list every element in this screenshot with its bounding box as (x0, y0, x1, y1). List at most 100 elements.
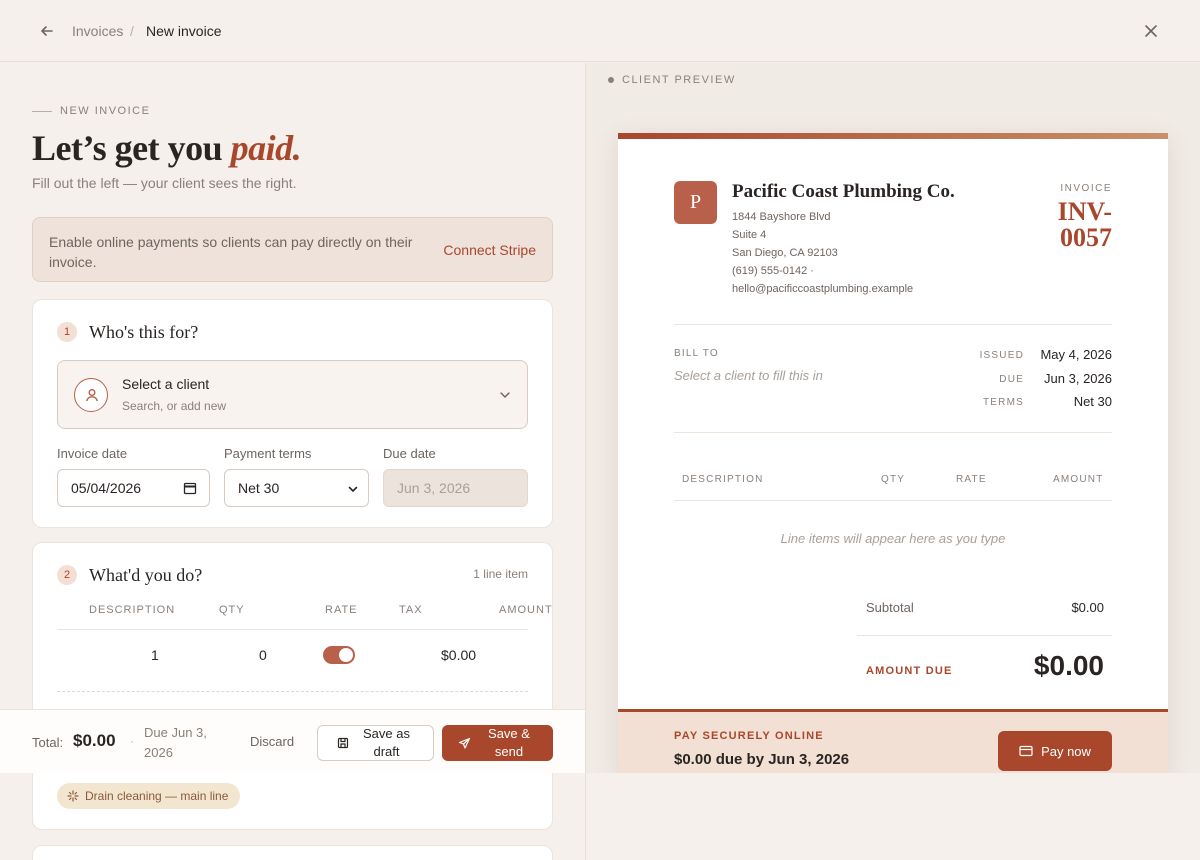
invoice-date-value: 05/04/2026 (71, 480, 142, 496)
suggestion-chip-label: Drain cleaning — main line (85, 789, 229, 803)
pay-online-label: PAY SECURELY ONLINE (674, 730, 824, 742)
terms-value: Net 30 (1073, 394, 1112, 409)
close-icon[interactable] (1142, 22, 1160, 40)
issued-date: May 4, 2026 (1040, 347, 1112, 362)
save-draft-button[interactable]: Save as draft (317, 725, 434, 761)
invoice-number: INV-0057 (1057, 197, 1112, 252)
company-logo: P (674, 181, 717, 224)
column-header-amount: AMOUNT (499, 604, 553, 616)
next-section-card (32, 845, 553, 860)
payment-terms-label: Payment terms (224, 446, 312, 461)
sparkle-icon (67, 790, 79, 802)
invoice-date-input[interactable]: 05/04/2026 (57, 469, 210, 507)
save-send-button[interactable]: Save & send (442, 725, 553, 761)
save-draft-label: Save as draft (363, 726, 410, 759)
section-title: Who's this for? (89, 322, 199, 342)
preview-column-qty: QTY (881, 474, 906, 485)
footer-due-date: Due Jun 3, 2026 (144, 725, 207, 760)
column-header-description: DESCRIPTION (89, 604, 176, 616)
tax-toggle[interactable] (323, 646, 355, 664)
breadcrumb-separator: / (130, 23, 134, 39)
discard-button[interactable]: Discard (250, 734, 294, 749)
due-date-value: Jun 3, 2026 (397, 480, 471, 496)
address-line: Suite 4 (732, 229, 767, 241)
client-select[interactable]: Select a client Search, or add new (57, 360, 528, 429)
calendar-icon[interactable] (183, 481, 197, 495)
preview-column-rate: RATE (956, 474, 987, 485)
line-item-count: 1 line item (473, 567, 528, 581)
header-divider (57, 629, 528, 630)
send-icon (458, 737, 471, 749)
address-line: 1844 Bayshore Blvd (732, 211, 831, 223)
address-phone: (619) 555-0142 · (732, 265, 814, 277)
invoice-accent-bar (618, 133, 1168, 139)
person-icon (74, 378, 108, 412)
due-label: DUE (999, 374, 1024, 385)
client-preview-pane: CLIENT PREVIEW P Pacific Coast Plumbing … (586, 63, 1200, 773)
company-address: 1844 Bayshore Blvd Suite 4 San Diego, CA… (732, 208, 913, 298)
client-select-title: Select a client (122, 376, 210, 392)
client-section-card: 1 Who's this for? Select a client Search… (32, 299, 553, 528)
breadcrumb-invoices-link[interactable]: Invoices (72, 23, 123, 39)
divider (674, 500, 1112, 501)
action-footer: Total: $0.00 · Due Jun 3, 2026 Discard S… (0, 709, 585, 773)
top-bar: Invoices / New invoice (0, 0, 1200, 62)
page-title: Let’s get you paid. (32, 127, 302, 169)
save-icon (337, 737, 348, 749)
page-title-emphasis: paid. (230, 128, 302, 168)
divider (674, 432, 1112, 433)
due-date-label: Due date (383, 446, 436, 461)
company-name: Pacific Coast Plumbing Co. (732, 181, 955, 202)
address-line: San Diego, CA 92103 (732, 247, 838, 259)
due-date: Jun 3, 2026 (1044, 371, 1112, 386)
address-email: hello@pacificcoastplumbing.example (732, 283, 914, 295)
line-item-amount: $0.00 (441, 647, 477, 663)
pay-now-button[interactable]: Pay now (998, 731, 1112, 771)
stripe-banner-text: Enable online payments so clients can pa… (49, 234, 413, 270)
divider (857, 635, 1112, 636)
connect-stripe-link[interactable]: Connect Stripe (443, 242, 536, 258)
save-send-label: Save & send (488, 726, 530, 759)
line-item-rate[interactable]: 0 (259, 647, 267, 663)
payment-terms-value: Net 30 (238, 480, 280, 496)
page-title-start: Let’s get you (32, 128, 231, 168)
back-arrow-icon[interactable] (38, 22, 56, 40)
pay-amount: $0.00 due by Jun 3, 2026 (674, 751, 850, 768)
preview-label: CLIENT PREVIEW (608, 74, 736, 86)
client-select-subtitle: Search, or add new (122, 399, 227, 413)
row-divider (57, 691, 528, 692)
invoice-date-label: Invoice date (57, 446, 128, 461)
amount-due-value: $0.00 (1033, 650, 1104, 681)
bill-to-placeholder: Select a client to fill this in (674, 368, 823, 383)
column-header-qty: QTY (219, 604, 245, 616)
page-eyebrow: NEW INVOICE (32, 105, 150, 117)
total-value: $0.00 (73, 731, 116, 750)
payment-terms-select[interactable]: Net 30 (224, 469, 369, 507)
line-items-card: 2 What'd you do? 1 line item DESCRIPTION… (32, 542, 553, 830)
invoice-preview: P Pacific Coast Plumbing Co. 1844 Baysho… (618, 133, 1168, 773)
step-badge: 1 (57, 322, 77, 342)
suggestion-chip[interactable]: Drain cleaning — main line (57, 783, 241, 809)
page-subtitle: Fill out the left — your client sees the… (32, 175, 297, 191)
due-date-field: Jun 3, 2026 (383, 469, 528, 507)
issued-label: ISSUED (979, 350, 1024, 361)
terms-label: TERMS (983, 397, 1024, 408)
preview-pane-bottom (586, 773, 1200, 860)
stripe-banner: Enable online payments so clients can pa… (32, 217, 553, 282)
line-item-qty[interactable]: 1 (151, 647, 159, 663)
pay-now-label: Pay now (1041, 743, 1091, 759)
chevron-down-icon (500, 392, 510, 398)
preview-column-description: DESCRIPTION (682, 474, 764, 485)
subtotal-value: $0.00 (1071, 600, 1104, 615)
step-badge: 2 (57, 565, 77, 585)
subtotal-label: Subtotal (866, 600, 914, 615)
column-header-tax: TAX (399, 604, 423, 616)
chevron-down-icon (348, 486, 358, 493)
preview-column-amount: AMOUNT (1053, 474, 1104, 485)
invoice-label: INVOICE (1060, 183, 1112, 194)
total-label: Total: (32, 735, 64, 750)
pay-online-strip: PAY SECURELY ONLINE $0.00 due by Jun 3, … (618, 709, 1168, 773)
footer-separator: · (130, 734, 134, 748)
section-title: What'd you do? (89, 565, 203, 585)
divider (674, 324, 1112, 325)
